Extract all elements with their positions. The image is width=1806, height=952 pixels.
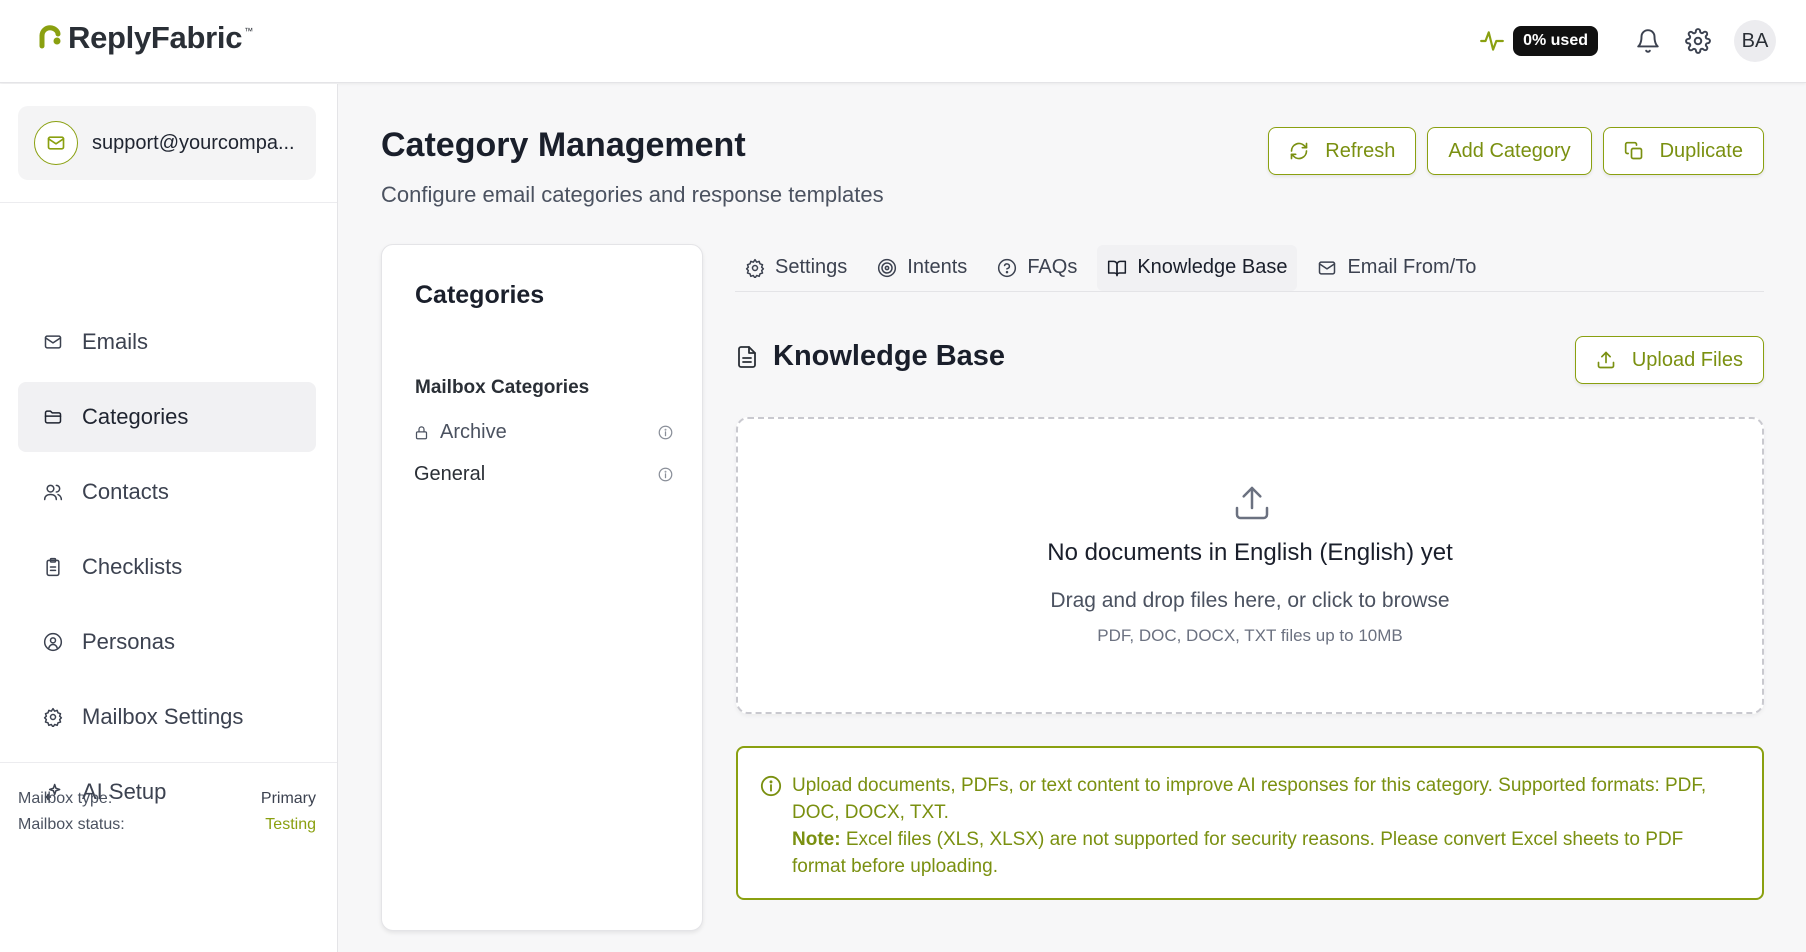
folder-icon: [42, 406, 64, 428]
category-label: Archive: [440, 420, 507, 443]
category-item-general[interactable]: General: [414, 459, 674, 489]
tab-label: Email From/To: [1347, 256, 1477, 278]
tab-email-from-to[interactable]: Email From/To: [1307, 245, 1486, 291]
sidebar-item-label: Checklists: [82, 554, 183, 579]
sidebar-item-checklists[interactable]: Checklists: [18, 532, 316, 602]
mailbox-status-label: Mailbox status:: [18, 816, 125, 833]
divider: [0, 762, 337, 763]
add-category-label: Add Category: [1448, 139, 1571, 162]
mail-icon: [34, 121, 78, 165]
tab-intents[interactable]: Intents: [867, 245, 977, 291]
tab-knowledge-base[interactable]: Knowledge Base: [1097, 244, 1298, 291]
notice-note: Note: Excel files (XLS, XLSX) are not su…: [792, 826, 1738, 880]
add-category-button[interactable]: Add Category: [1427, 127, 1592, 175]
empty-state-subtitle: Drag and drop files here, or click to br…: [1050, 589, 1450, 612]
empty-state-title: No documents in English (English) yet: [1047, 539, 1453, 566]
bell-icon[interactable]: [1634, 27, 1662, 55]
category-label: General: [414, 462, 486, 485]
mailbox-type-value: Primary: [260, 790, 316, 807]
note-text: Excel files (XLS, XLSX) are not supporte…: [792, 829, 1684, 877]
file-dropzone[interactable]: No documents in English (English) yet Dr…: [736, 417, 1764, 714]
categories-title: Categories: [415, 281, 545, 309]
upload-files-button[interactable]: Upload Files: [1574, 336, 1764, 384]
refresh-button[interactable]: Refresh: [1268, 127, 1417, 175]
clipboard-icon: [42, 556, 64, 578]
info-icon[interactable]: [658, 466, 674, 482]
document-icon: [735, 343, 759, 371]
usage-badge[interactable]: 0% used: [1513, 26, 1598, 56]
mailbox-selector[interactable]: support@yourcompa...: [18, 106, 316, 180]
sidebar-item-label: Categories: [82, 404, 189, 429]
gear-icon: [42, 706, 64, 728]
info-icon: [760, 775, 782, 797]
trademark-mark: ™: [244, 26, 254, 36]
knowledge-base-heading: Knowledge Base: [735, 340, 1005, 373]
brand-logo[interactable]: ReplyFabric ™: [38, 20, 253, 56]
sidebar-item-label: Contacts: [82, 479, 169, 504]
upload-files-label: Upload Files: [1631, 348, 1743, 371]
users-icon: [42, 481, 64, 503]
refresh-label: Refresh: [1325, 139, 1396, 162]
sidebar: support@yourcompa... Emails Categories C…: [0, 84, 338, 952]
tab-label: Knowledge Base: [1137, 256, 1288, 278]
note-label: Note:: [792, 829, 841, 850]
knowledge-base-title: Knowledge Base: [773, 340, 1006, 372]
lock-icon: [414, 424, 430, 440]
mail-icon: [1317, 258, 1337, 278]
divider: [0, 202, 337, 203]
duplicate-button[interactable]: Duplicate: [1602, 127, 1764, 175]
categories-group-heading: Mailbox Categories: [415, 377, 590, 398]
copy-icon: [1624, 141, 1644, 161]
file-type-hint: PDF, DOC, DOCX, TXT files up to 10MB: [1097, 626, 1403, 645]
user-circle-icon: [42, 631, 64, 653]
tab-faqs[interactable]: FAQs: [987, 245, 1087, 291]
action-buttons: Refresh Add Category Duplicate: [1268, 127, 1764, 175]
logo-mark-icon: [39, 25, 61, 49]
pulse-icon: [1480, 31, 1504, 51]
sidebar-item-emails[interactable]: Emails: [18, 307, 316, 377]
gear-icon[interactable]: [1684, 27, 1712, 55]
sidebar-item-label: Mailbox Settings: [82, 704, 244, 729]
book-icon: [1107, 258, 1127, 278]
duplicate-label: Duplicate: [1659, 139, 1743, 162]
sidebar-item-personas[interactable]: Personas: [18, 607, 316, 677]
gear-icon: [745, 258, 765, 278]
mailbox-address: support@yourcompa...: [92, 131, 295, 154]
page-subtitle: Configure email categories and response …: [381, 182, 884, 207]
sidebar-item-categories[interactable]: Categories: [18, 382, 316, 452]
info-notice: Upload documents, PDFs, or text content …: [736, 746, 1764, 900]
sidebar-nav: Emails Categories Contacts Checklists Pe…: [18, 307, 316, 832]
avatar[interactable]: BA: [1734, 20, 1776, 62]
refresh-icon: [1289, 141, 1309, 161]
upload-icon: [1235, 486, 1269, 520]
info-icon[interactable]: [658, 424, 674, 440]
category-item-archive[interactable]: Archive: [414, 417, 674, 447]
sidebar-item-label: Emails: [82, 329, 149, 354]
upload-icon: [1596, 350, 1616, 370]
mailbox-meta: Mailbox type: Primary Mailbox status: Te…: [18, 786, 316, 838]
help-circle-icon: [997, 258, 1017, 278]
tab-label: Intents: [907, 256, 968, 278]
tab-settings[interactable]: Settings: [735, 245, 857, 291]
page-title: Category Management: [381, 126, 746, 164]
target-icon: [877, 258, 897, 278]
mailbox-type-label: Mailbox type:: [18, 790, 113, 807]
notice-text: Upload documents, PDFs, or text content …: [792, 775, 1707, 823]
sidebar-item-label: Personas: [82, 629, 175, 654]
mailbox-status-value: Testing: [265, 816, 316, 833]
sidebar-item-mailbox-settings[interactable]: Mailbox Settings: [18, 682, 316, 752]
mail-icon: [42, 331, 64, 353]
tab-label: Settings: [775, 256, 848, 278]
brand-name: ReplyFabric: [68, 20, 243, 55]
tab-label: FAQs: [1027, 256, 1078, 278]
category-tabs: Settings Intents FAQs Knowledge Base Ema…: [735, 244, 1764, 292]
sidebar-item-contacts[interactable]: Contacts: [18, 457, 316, 527]
top-header: ReplyFabric ™ 0% used BA: [0, 0, 1806, 83]
categories-panel: Categories Mailbox Categories: [381, 244, 703, 931]
